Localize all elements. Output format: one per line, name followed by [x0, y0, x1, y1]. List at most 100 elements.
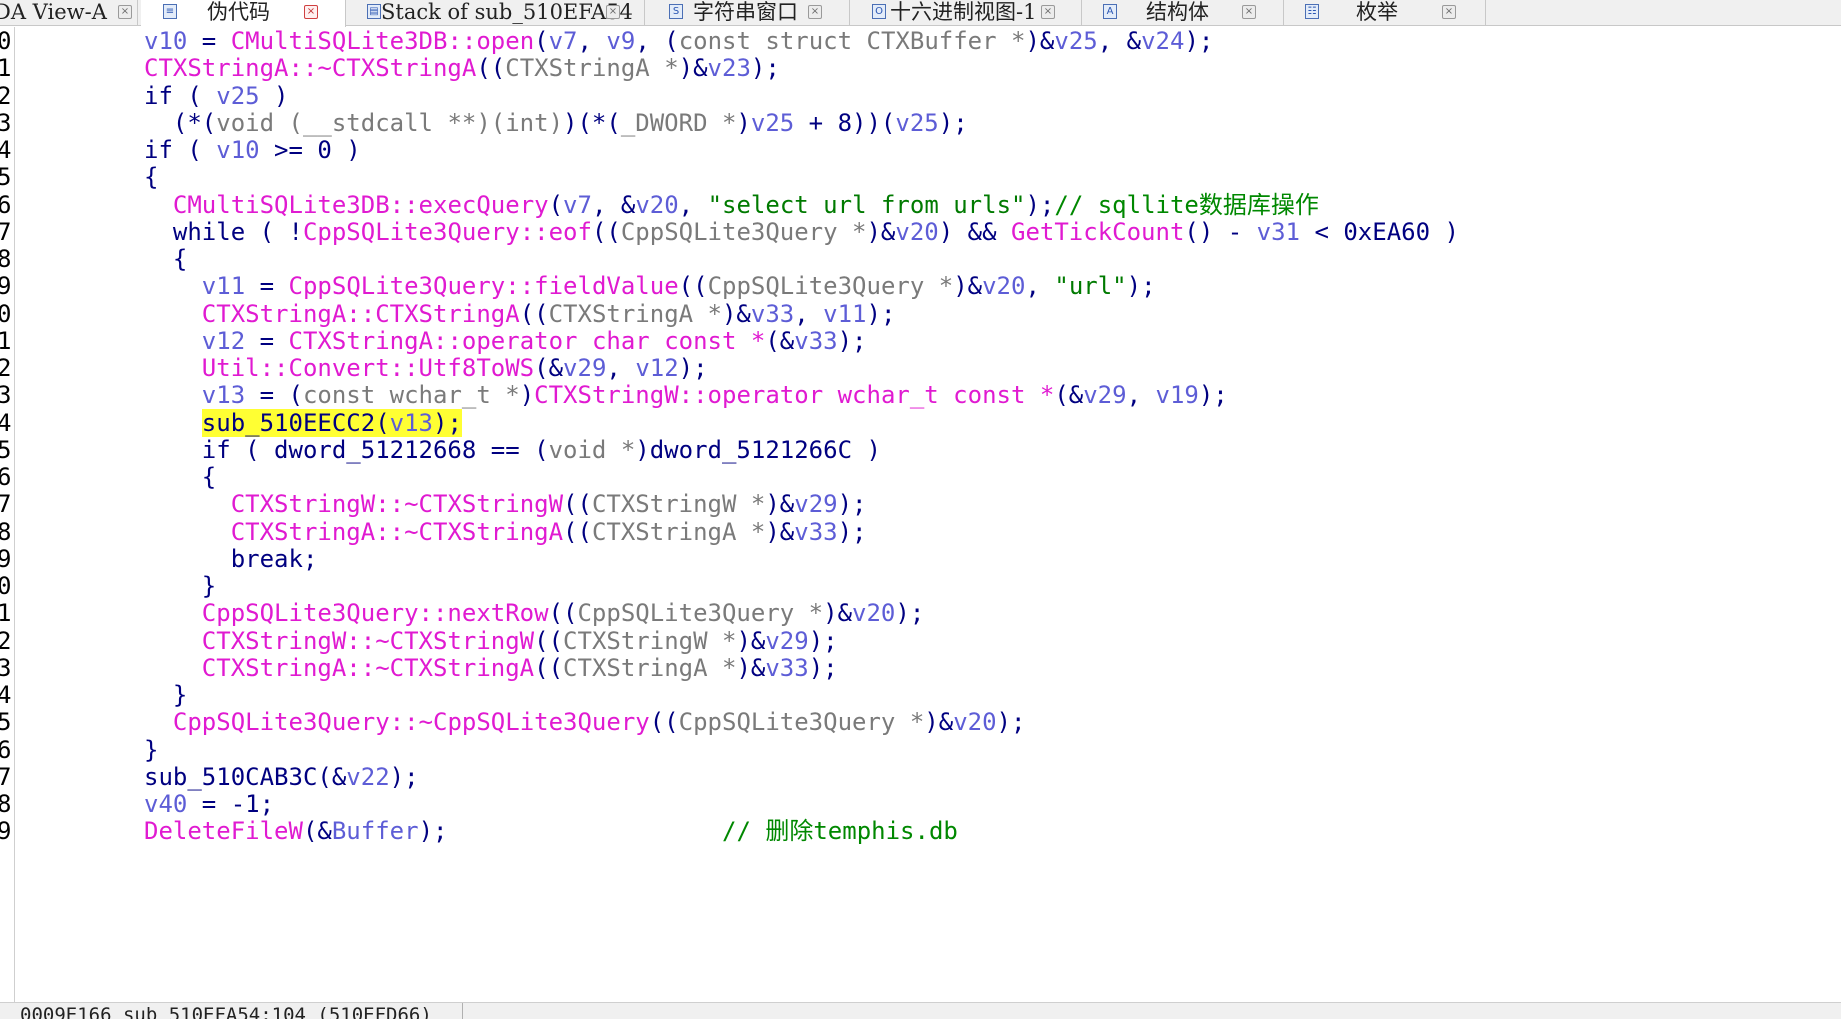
code-token: while ( !: [144, 217, 303, 246]
code-token: );: [1198, 381, 1228, 410]
line-number: 9: [0, 815, 11, 847]
code-token: v25: [895, 108, 939, 137]
code-token: ((: [476, 54, 506, 83]
close-icon[interactable]: ×: [808, 5, 822, 19]
code-token: v7: [548, 27, 578, 55]
close-icon[interactable]: ×: [304, 5, 318, 19]
code-token: }: [144, 681, 188, 709]
enum-icon: ☷: [1305, 4, 1319, 19]
code-token: v20: [635, 190, 679, 219]
code-token: CTXStringW::~CTXStringW: [201, 626, 535, 655]
code-string: "select url from urls": [707, 190, 1026, 219]
tab-label: 伪代码: [207, 0, 270, 24]
code-token: _DWORD *: [620, 108, 737, 137]
close-icon[interactable]: ×: [1041, 5, 1055, 19]
code-token: v13: [389, 408, 433, 437]
code-token: if (: [144, 136, 217, 164]
tab-ida-view[interactable]: DA View-A ×: [0, 0, 138, 26]
tab-bar: DA View-A × ≡ 伪代码 × ▤ Stack of sub_510EF…: [0, 0, 1841, 27]
code-token: v24: [1141, 27, 1185, 55]
code-line[interactable]: CppSQLite3Query::~CppSQLite3Query((CppSQ…: [144, 706, 1026, 738]
code-token: v20: [982, 272, 1026, 301]
tab-label: 枚举: [1356, 0, 1398, 24]
tab-pseudocode[interactable]: ≡ 伪代码 ×: [141, 0, 346, 27]
code-token: v10: [216, 136, 260, 164]
code-token: {: [144, 463, 217, 491]
tab-strings[interactable]: S 字符串窗口 ×: [648, 0, 850, 26]
code-token: const struct CTXBuffer *: [678, 27, 1026, 55]
tab-stack[interactable]: ▤ Stack of sub_510EFA54 ×: [348, 0, 645, 26]
code-token: Util::Convert::Utf8ToWS: [201, 354, 535, 382]
close-icon[interactable]: ×: [118, 5, 132, 19]
code-token: void *: [548, 435, 636, 464]
code-token: ,: [1126, 381, 1156, 410]
code-token: v20: [852, 599, 896, 628]
code-token: sub_510CAB3C(&: [144, 762, 347, 791]
code-token: v9: [606, 27, 636, 55]
code-token: )&: [678, 54, 708, 83]
code-token: )&: [736, 653, 766, 682]
code-line[interactable]: DeleteFileW(&Buffer); // 删除temphis.db: [144, 815, 958, 847]
code-token: =: [187, 27, 231, 55]
pseudocode-editor[interactable]: v10 = CMultiSQLite3DB::open(v7, v9, (con…: [16, 27, 1841, 1002]
code-token: v22: [346, 762, 390, 791]
tab-label: DA View-A: [0, 0, 107, 24]
code-token: if (: [144, 81, 217, 110]
code-token: ,: [678, 190, 708, 219]
code-token: }: [144, 735, 159, 764]
code-token: CppSQLite3Query::nextRow: [201, 599, 549, 628]
code-comment: // 删除temphis.db: [722, 817, 958, 846]
code-token: ((: [548, 599, 578, 628]
code-token: CppSQLite3Query *: [577, 599, 824, 628]
tab-enums[interactable]: ☷ 枚举 ×: [1286, 0, 1486, 26]
code-token: < 0xEA60 ): [1300, 217, 1459, 246]
code-token: ((: [591, 217, 621, 246]
code-token: )&: [736, 626, 766, 655]
close-icon[interactable]: ×: [606, 5, 620, 19]
code-token: CTXStringA::~CTXStringA: [230, 517, 564, 546]
code-token: (: [534, 27, 549, 55]
tab-structures[interactable]: A 结构体 ×: [1084, 0, 1284, 26]
code-token: ((: [534, 653, 564, 682]
code-token: );: [938, 108, 968, 137]
code-line[interactable]: if ( v10 >= 0 ): [144, 134, 361, 166]
code-line[interactable]: while ( !CppSQLite3Query::eof((CppSQLite…: [144, 216, 1459, 248]
code-token: )&: [866, 217, 896, 246]
code-string: "url": [1054, 272, 1127, 301]
status-separator: [462, 1003, 463, 1019]
code-token: ): [519, 381, 535, 410]
code-token: v29: [765, 626, 809, 655]
code-line[interactable]: if ( dword_51212668 == (void *)dword_512…: [144, 434, 881, 466]
code-token: {: [144, 245, 188, 273]
code-token: CTXStringA *: [563, 653, 737, 682]
code-token: ((: [534, 626, 564, 655]
code-token: );: [750, 54, 780, 83]
tab-hex-view[interactable]: O 十六进制视图-1 ×: [852, 0, 1082, 26]
code-token: v11: [823, 299, 867, 328]
close-icon[interactable]: ×: [1442, 5, 1456, 19]
code-token: = -1;: [187, 790, 275, 818]
code-token: (&: [1054, 381, 1084, 410]
code-line[interactable]: CTXStringA::~CTXStringA((CTXStringA *)&v…: [144, 652, 838, 684]
code-token: , &: [1097, 27, 1142, 55]
code-token: v40: [144, 790, 188, 818]
close-icon[interactable]: ×: [1242, 5, 1256, 19]
code-token: = (: [245, 381, 303, 410]
code-token: );: [866, 299, 896, 328]
code-token: v23: [707, 54, 751, 83]
code-token: v25: [216, 81, 260, 110]
code-token: );: [1025, 190, 1055, 219]
code-token: );: [808, 626, 838, 655]
code-token: ): [736, 108, 751, 137]
code-token: v20: [953, 708, 997, 737]
code-token: v20: [895, 217, 939, 246]
code-token: , (: [635, 27, 679, 55]
code-token: v25: [750, 108, 795, 137]
